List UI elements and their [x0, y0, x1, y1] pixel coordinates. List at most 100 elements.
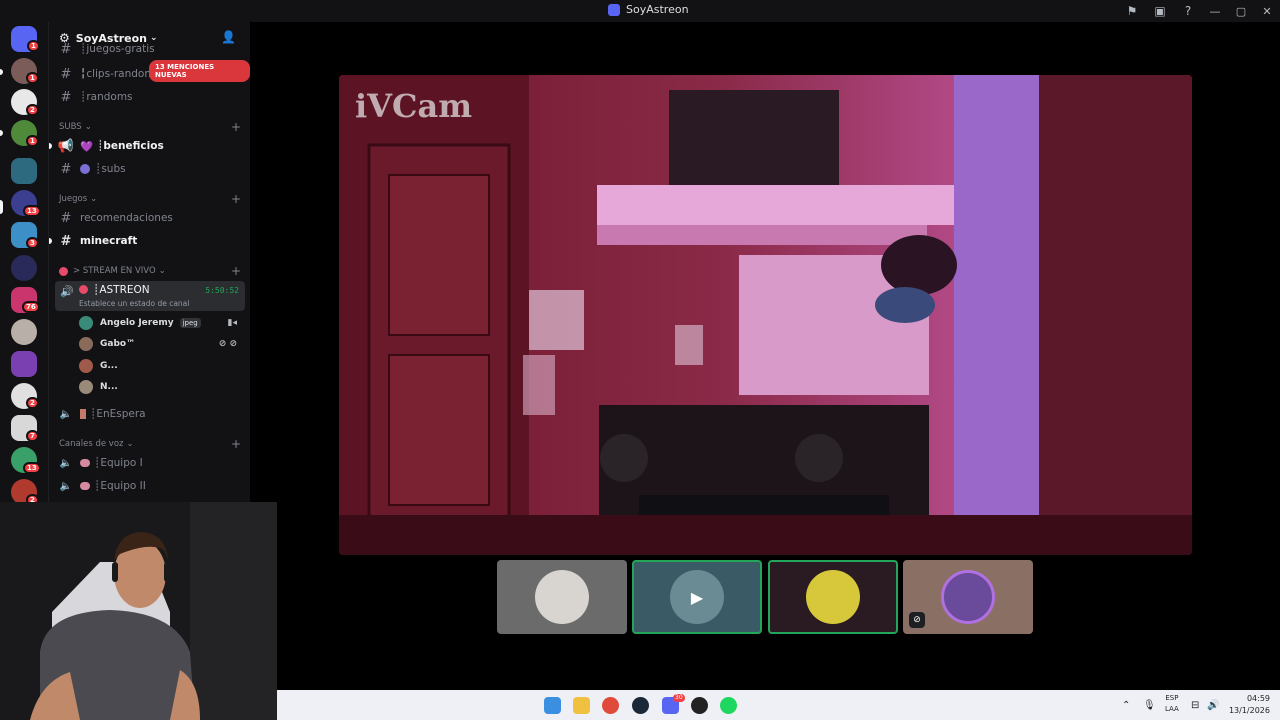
channel-randoms[interactable]: # ┊randoms — [57, 87, 245, 107]
network-icon[interactable]: ⊟ — [1191, 690, 1199, 720]
voice-channel-astreon[interactable]: 🔊 ┊ASTREON 5:50:52 Establece un estado d… — [55, 281, 245, 311]
windows-start-icon[interactable] — [544, 697, 561, 714]
unread-pill — [0, 130, 3, 136]
chevron-down-icon: ⌄ — [90, 194, 98, 204]
unread-dot — [49, 238, 52, 244]
category-juegos[interactable]: Juegos ⌄ + — [59, 192, 241, 206]
channel-beneficios[interactable]: 📢 💜 ┊beneficios — [57, 136, 245, 156]
inbox-icon[interactable]: ▣ — [1146, 0, 1174, 22]
add-channel-icon[interactable]: + — [231, 192, 241, 206]
clock-date: 13/1/2026 — [1228, 706, 1270, 715]
window-title-text: SoyAstreon — [626, 3, 689, 16]
channel-juegos-gratis[interactable]: # ┊juegos-gratis — [57, 42, 245, 56]
voice-user-n[interactable]: N... — [79, 378, 247, 396]
minimize-button[interactable]: — — [1202, 0, 1228, 22]
set-channel-status[interactable]: Establece un estado de canal — [79, 299, 189, 308]
participant-tile[interactable] — [497, 560, 627, 634]
ivcam-watermark: iVCam — [355, 87, 473, 125]
server-badge: 7 — [26, 430, 39, 442]
speaker-icon: 🔈 — [59, 457, 73, 469]
muted-deafened-icon: ⊘ ⊘ — [218, 339, 237, 349]
voice-user-angelo[interactable]: Angelo Jeremy jpeg ▮◂ — [79, 314, 247, 332]
hash-icon: # — [60, 66, 72, 82]
chrome-icon[interactable] — [602, 697, 619, 714]
voice-channel-enespera[interactable]: 🔈 ┊EnEspera — [57, 404, 245, 424]
subs-emoji-icon — [80, 164, 90, 174]
spotify-icon[interactable] — [720, 697, 737, 714]
add-channel-icon[interactable]: + — [231, 264, 241, 278]
channel-minecraft[interactable]: # minecraft — [57, 231, 245, 251]
server-badge: 2 — [26, 397, 39, 409]
avatar — [535, 570, 589, 624]
avatar — [79, 359, 93, 373]
streamer-webcam-overlay — [0, 502, 277, 720]
channel-recomendaciones[interactable]: # recomendaciones — [57, 208, 245, 228]
tray-chevron-icon[interactable]: ⌃ — [1122, 690, 1130, 720]
hash-icon: # — [60, 89, 72, 105]
voice-user-name: Angelo Jeremy — [100, 318, 174, 328]
voice-channel-equipo-2[interactable]: 🔈 ┊Equipo II — [57, 476, 245, 496]
server-badge: 13 — [23, 205, 41, 217]
channel-subs[interactable]: # ┊subs — [57, 159, 245, 179]
microphone-icon[interactable]: 🎙 — [1143, 690, 1156, 720]
help-icon[interactable]: ? — [1174, 0, 1202, 22]
speaker-icon: 🔈 — [59, 480, 73, 492]
hash-icon: # — [60, 233, 72, 249]
participant-tile-camera[interactable]: ▶ — [632, 560, 762, 634]
add-channel-icon[interactable]: + — [231, 120, 241, 134]
voice-user-name: Gabo™ — [100, 339, 136, 349]
category-canales-de-voz[interactable]: Canales de voz ⌄ + — [59, 437, 241, 451]
channel-label: ┊randoms — [80, 91, 133, 103]
selected-pill — [0, 200, 3, 214]
new-mentions-pill[interactable]: 13 MENCIONES NUEVAS — [149, 60, 250, 82]
voice-user-gabo[interactable]: Gabo™ ⊘ ⊘ — [79, 335, 247, 353]
server-badge: 3 — [26, 237, 39, 249]
server-badge: 1 — [26, 72, 39, 84]
category-subs[interactable]: SUBS ⌄ + — [59, 120, 241, 134]
system-clock[interactable]: 04:59 13/1/2026 — [1229, 693, 1270, 717]
home-badge: 1 — [27, 40, 40, 52]
clock-time: 04:59 — [1246, 694, 1270, 703]
speaker-icon: 🔈 — [59, 408, 73, 420]
server-avatar[interactable] — [11, 158, 37, 184]
volume-icon[interactable]: 🔊 — [1207, 690, 1219, 720]
voice-channel-equipo-1[interactable]: 🔈 ┊Equipo I — [57, 453, 245, 473]
channel-label: minecraft — [80, 235, 138, 247]
channel-emoji-icon — [80, 409, 86, 419]
participant-tile-muted[interactable]: ⊘ — [903, 560, 1033, 634]
language-indicator[interactable]: ESP LAA — [1165, 693, 1179, 715]
server-badge: 1 — [26, 135, 39, 147]
server-avatar[interactable] — [11, 319, 37, 345]
category-stream-en-vivo[interactable]: > STREAM EN VIVO ⌄ + — [59, 264, 241, 278]
title-bar-controls: ⚑ ▣ ? — ▢ ✕ — [1118, 0, 1280, 22]
chevron-down-icon: ⌄ — [158, 266, 166, 276]
focused-video-stream[interactable]: iVCam — [339, 75, 1192, 555]
app-icon[interactable] — [691, 697, 708, 714]
chevron-down-icon: ⌄ — [126, 439, 134, 449]
voice-user-name: G... — [100, 361, 118, 371]
file-explorer-icon[interactable] — [573, 697, 590, 714]
inbox-flag-icon[interactable]: ⚑ — [1118, 0, 1146, 22]
close-button[interactable]: ✕ — [1254, 0, 1280, 22]
webcam-frame — [0, 502, 277, 720]
avatar — [79, 337, 93, 351]
voice-user-g[interactable]: G... — [79, 357, 247, 375]
avatar — [79, 316, 93, 330]
window-title: SoyAstreon — [608, 3, 689, 16]
add-channel-icon[interactable]: + — [231, 437, 241, 451]
video-camera-icon: ▶ — [670, 570, 724, 624]
user-tag: jpeg — [179, 318, 201, 328]
voice-timer: 5:50:52 — [205, 286, 239, 295]
room-video-frame — [339, 75, 1192, 555]
maximize-button[interactable]: ▢ — [1228, 0, 1254, 22]
participant-tile-speaking[interactable] — [768, 560, 898, 634]
steam-icon[interactable] — [632, 697, 649, 714]
server-avatar[interactable] — [11, 351, 37, 377]
server-avatar[interactable] — [11, 255, 37, 281]
channel-label: ┊Equipo II — [94, 480, 146, 492]
chevron-down-icon: ⌄ — [84, 122, 92, 132]
channel-sidebar: ⚙ SoyAstreon ⌄ 👤 # ┊juegos-gratis # ╏cli… — [48, 22, 250, 502]
server-logo-icon — [608, 3, 620, 16]
hash-icon: # — [60, 210, 72, 226]
server-rail: 1 1 2 1 13 3 76 2 7 13 2 — [0, 22, 48, 502]
